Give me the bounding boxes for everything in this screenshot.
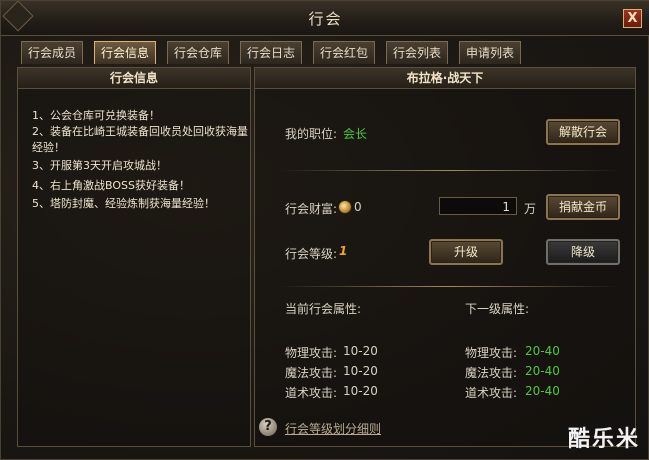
- tab-red-packet[interactable]: 行会红包: [313, 41, 375, 64]
- wealth-value: 0: [354, 200, 362, 214]
- attr-label: 道术攻击:: [285, 386, 338, 400]
- help-icon[interactable]: ?: [259, 418, 277, 436]
- donate-amount-input[interactable]: 1: [439, 197, 517, 215]
- attr-value: 10-20: [343, 384, 378, 398]
- tab-guild-info[interactable]: 行会信息: [94, 41, 156, 64]
- level-value: 1: [339, 244, 348, 258]
- current-attributes-title: 当前行会属性:: [285, 302, 362, 316]
- divider: [279, 286, 619, 287]
- tab-log[interactable]: 行会日志: [240, 41, 302, 64]
- notice-1: 1、公会仓库可兑换装备！: [32, 109, 160, 122]
- next-attr-value: 20-40: [525, 384, 560, 398]
- tab-applications[interactable]: 申请列表: [459, 41, 521, 64]
- title-bar[interactable]: 行会 X: [1, 0, 649, 36]
- attr-value: 10-20: [343, 364, 378, 378]
- tab-guild-list[interactable]: 行会列表: [386, 41, 448, 64]
- position-label: 我的职位:: [285, 127, 338, 141]
- right-panel: 布拉格·战天下 我的职位: 会长 解散行会 行会财富: 0 1 万 捐献金币 行…: [254, 67, 636, 447]
- close-button[interactable]: X: [623, 9, 642, 28]
- position-value: 会长: [343, 127, 368, 141]
- next-attr-value: 20-40: [525, 344, 560, 358]
- next-attributes-title: 下一级属性:: [465, 302, 530, 316]
- next-attr-value: 20-40: [525, 364, 560, 378]
- donate-gold-button[interactable]: 捐献金币: [546, 194, 620, 220]
- watermark: 酷乐米: [567, 427, 640, 452]
- attr-label: 魔法攻击:: [285, 366, 338, 380]
- notice-3: 3、开服第3天开启攻城战！: [32, 159, 167, 172]
- next-attr-label: 魔法攻击:: [465, 366, 518, 380]
- attr-label: 物理攻击:: [285, 346, 338, 360]
- next-attr-label: 物理攻击:: [465, 346, 518, 360]
- attr-value: 10-20: [343, 344, 378, 358]
- guild-name: 布拉格·战天下: [255, 68, 635, 89]
- window-title: 行会: [308, 10, 343, 28]
- coin-icon: [338, 200, 352, 214]
- notice-5: 5、塔防封魔、经验炼制获海量经验！: [32, 197, 215, 210]
- downgrade-button[interactable]: 降级: [546, 239, 620, 265]
- upgrade-button[interactable]: 升级: [429, 239, 503, 265]
- tab-warehouse[interactable]: 行会仓库: [167, 41, 229, 64]
- tab-members[interactable]: 行会成员: [21, 41, 83, 64]
- left-panel-title: 行会信息: [18, 68, 250, 89]
- left-panel: 行会信息 1、公会仓库可兑换装备！ 2、装备在比崎王城装备回收员处回收获海量经验…: [17, 67, 251, 447]
- level-rules-link[interactable]: 行会等级划分细则: [285, 420, 381, 437]
- level-label: 行会等级:: [285, 247, 338, 261]
- notice-4: 4、右上角激战BOSS获好装备！: [32, 179, 190, 192]
- donate-unit: 万: [524, 202, 537, 216]
- divider: [279, 170, 619, 171]
- wealth-label: 行会财富:: [285, 202, 338, 216]
- next-attr-label: 道术攻击:: [465, 386, 518, 400]
- notice-2: 2、装备在比崎王城装备回收员处回收获海量经验！: [32, 125, 248, 154]
- disband-guild-button[interactable]: 解散行会: [546, 119, 620, 145]
- guild-window: 行会 X 行会成员 行会信息 行会仓库 行会日志 行会红包 行会列表 申请列表 …: [0, 0, 649, 460]
